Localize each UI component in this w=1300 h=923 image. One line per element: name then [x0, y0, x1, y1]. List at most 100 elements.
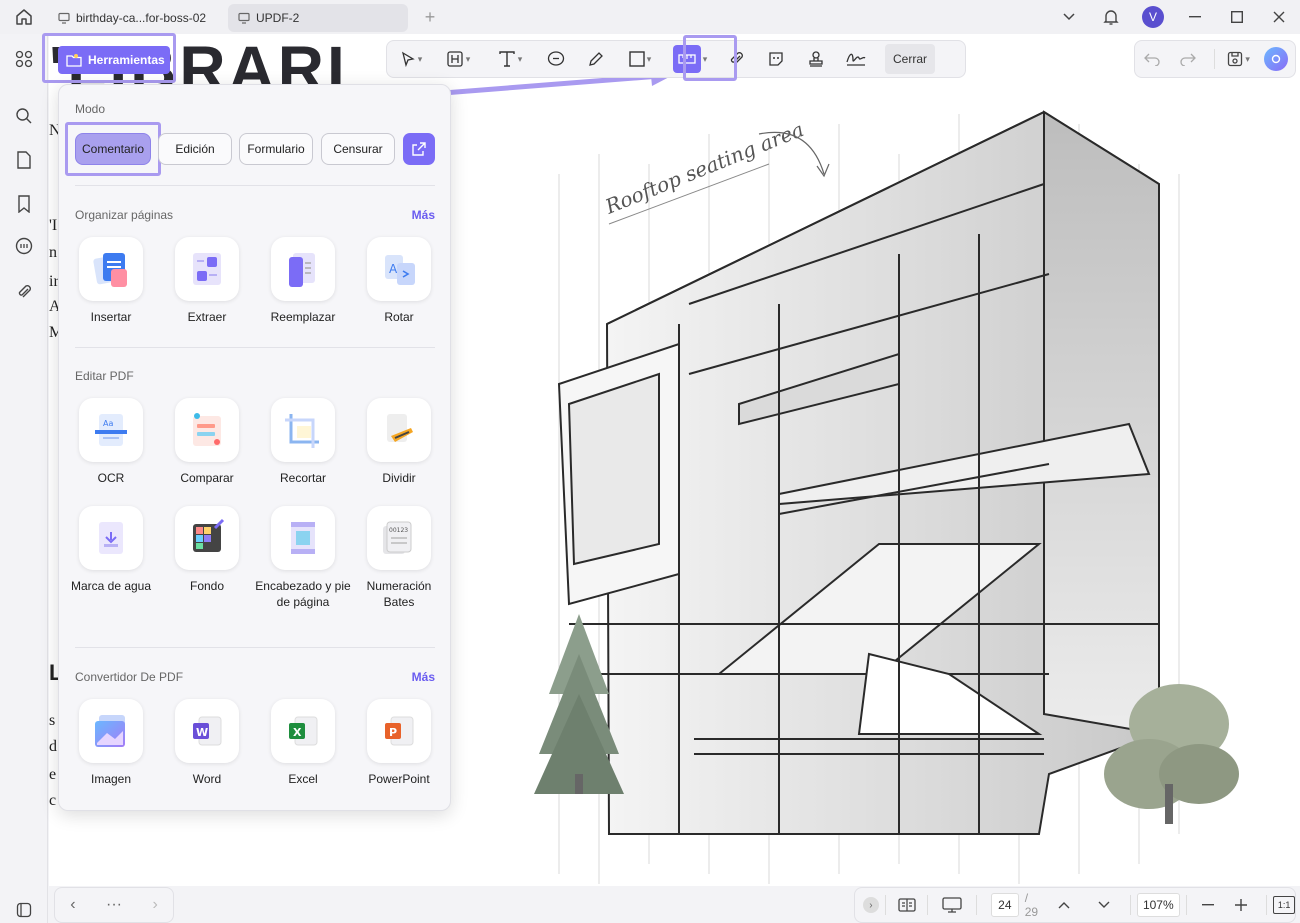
divider [976, 895, 977, 915]
replace-tool[interactable]: Reemplazar [255, 237, 351, 325]
close-window-button[interactable] [1258, 0, 1300, 34]
pencil-icon [589, 52, 603, 66]
organize-more-link[interactable]: Más [412, 208, 435, 222]
comment-tool-button[interactable] [537, 44, 575, 74]
bookmarks-button[interactable] [12, 192, 36, 216]
ocr-tool[interactable]: Aa OCR [63, 398, 159, 486]
minus-icon [1201, 904, 1214, 906]
split-tool[interactable]: Dividir [351, 398, 447, 486]
stamp-tool-button[interactable] [797, 44, 835, 74]
layers-icon [16, 902, 32, 918]
minimize-button[interactable] [1174, 0, 1216, 34]
tab-birthday[interactable]: birthday-ca...for-boss-02 [48, 4, 228, 32]
highlight-tool-button[interactable]: ▾ [433, 44, 483, 74]
background-tool[interactable]: Fondo [159, 506, 255, 594]
document-text: d [49, 738, 57, 755]
convert-image-tool[interactable]: Imagen [63, 699, 159, 787]
split-icon [367, 398, 431, 462]
next-view-button[interactable]: › [152, 896, 157, 914]
convert-excel-tool[interactable]: X Excel [255, 699, 351, 787]
search-button[interactable] [12, 104, 36, 128]
document-text: c [49, 792, 57, 809]
compare-label: Comparar [180, 471, 234, 485]
layers-button[interactable] [12, 898, 36, 922]
redo-button[interactable] [1171, 44, 1205, 74]
page-layout-button[interactable] [892, 898, 922, 912]
tabs-dropdown-button[interactable] [1048, 0, 1090, 34]
header-footer-tool[interactable]: Encabezado y pie de página [255, 506, 351, 610]
chevron-down-icon: ▾ [417, 53, 423, 64]
sticker-tool-button[interactable] [757, 44, 795, 74]
tab-updf2[interactable]: UPDF-2 [228, 4, 408, 32]
bates-tool[interactable]: 00123 Numeración Bates [351, 506, 447, 610]
insert-icon [79, 237, 143, 301]
prev-page-button[interactable] [1044, 901, 1084, 909]
paperclip-icon [18, 285, 31, 298]
rotate-icon: A [367, 237, 431, 301]
zoom-out-button[interactable] [1193, 904, 1223, 906]
highlight-frame [683, 35, 737, 81]
actual-size-icon: 1:1 [1277, 900, 1291, 910]
actual-size-button[interactable]: 1:1 [1273, 896, 1295, 914]
presentation-button[interactable] [934, 897, 970, 913]
signature-tool-button[interactable] [837, 44, 875, 74]
pencil-tool-button[interactable] [577, 44, 615, 74]
zoom-in-button[interactable] [1223, 899, 1261, 911]
convert-powerpoint-tool[interactable]: P PowerPoint [351, 699, 447, 787]
tools-grid-button[interactable] [12, 47, 36, 71]
maximize-icon [1231, 11, 1243, 23]
save-button[interactable]: ▾ [1221, 44, 1257, 74]
convert-powerpoint-label: PowerPoint [368, 772, 430, 786]
tab-label: birthday-ca...for-boss-02 [76, 11, 207, 25]
maximize-button[interactable] [1216, 0, 1258, 34]
next-page-button[interactable] [1084, 901, 1124, 909]
mode-form-button[interactable]: Formulario [239, 133, 313, 165]
mode-redact-button[interactable]: Censurar [321, 133, 395, 165]
close-toolbar-button[interactable]: Cerrar [885, 44, 936, 74]
divider [75, 347, 435, 348]
convert-image-label: Imagen [90, 772, 132, 786]
attachments-button[interactable] [12, 280, 36, 304]
home-button[interactable] [0, 0, 48, 34]
select-tool-button[interactable]: ▾ [391, 44, 431, 74]
book-icon [897, 898, 916, 912]
account-button[interactable]: V [1132, 0, 1174, 34]
undo-button[interactable] [1135, 44, 1169, 74]
collapse-button[interactable]: › [863, 897, 879, 913]
background-icon [175, 506, 239, 570]
rotate-tool[interactable]: A Rotar [351, 237, 447, 325]
compare-tool[interactable]: Comparar [159, 398, 255, 486]
tools-button[interactable]: Herramientas [58, 46, 170, 74]
new-tab-button[interactable]: + [418, 5, 442, 29]
insert-tool[interactable]: Insertar [63, 237, 159, 325]
undo-icon [1144, 53, 1160, 66]
divider [884, 895, 886, 915]
comment-icon [15, 237, 33, 255]
more-options-button[interactable]: ··· [106, 896, 122, 914]
convert-word-tool[interactable]: W Word [159, 699, 255, 787]
cursor-icon [401, 51, 415, 67]
svg-text:Aa: Aa [103, 419, 113, 428]
chevron-up-icon [1058, 902, 1070, 909]
svg-text:W: W [196, 726, 208, 739]
text-tool-button[interactable]: ▾ [485, 44, 535, 74]
powerpoint-file-icon: P [367, 699, 431, 763]
shape-tool-button[interactable]: ▾ [617, 44, 663, 74]
open-external-button[interactable] [403, 133, 435, 165]
zoom-level[interactable]: 107% [1136, 893, 1181, 917]
notifications-button[interactable] [1090, 0, 1132, 34]
watermark-tool[interactable]: Marca de agua [63, 506, 159, 594]
extract-tool[interactable]: Extraer [159, 237, 255, 325]
comments-button[interactable] [12, 234, 36, 258]
header-footer-icon [271, 506, 335, 570]
bates-label: Numeración Bates [366, 579, 432, 609]
page-nav-right: › 24 / 29 107% 1:1 [854, 887, 1296, 923]
mode-edit-button[interactable]: Edición [158, 133, 232, 165]
ai-assistant-button[interactable] [1259, 44, 1293, 74]
pages-button[interactable] [12, 148, 36, 172]
page-number-input[interactable]: 24 [991, 893, 1019, 917]
convert-more-link[interactable]: Más [412, 670, 435, 684]
prev-view-button[interactable]: ‹ [70, 896, 75, 914]
ocr-icon: Aa [79, 398, 143, 462]
crop-tool[interactable]: Recortar [255, 398, 351, 486]
